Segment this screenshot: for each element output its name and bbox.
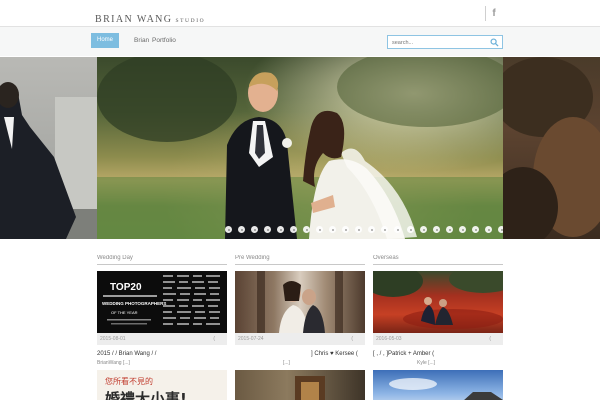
- slider-dot[interactable]: [368, 226, 375, 233]
- thumb-top20-text: TOP20: [110, 282, 142, 293]
- category-pre-wedding: Pre Wedding 2015-07-24 ( ] Chris ♥ Kerse…: [235, 255, 365, 400]
- slider-dot[interactable]: [394, 226, 401, 233]
- slider-dot[interactable]: [420, 226, 427, 233]
- slider-dot[interactable]: [446, 226, 453, 233]
- slider-dot[interactable]: [459, 226, 466, 233]
- slider-dot[interactable]: [433, 226, 440, 233]
- post-thumbnail[interactable]: [235, 271, 365, 333]
- top-header: BRIAN WANG STUDIO f: [0, 0, 600, 27]
- slider-dot[interactable]: [225, 226, 232, 233]
- post-date: 2015-08-01: [100, 336, 126, 342]
- thumb-wedding-text: WEDDING PHOTOGRAPHERS: [102, 301, 166, 306]
- slider-dot[interactable]: [342, 226, 349, 233]
- logo-main-text: BRIAN WANG: [95, 14, 173, 25]
- post-thumbnail-next[interactable]: [235, 370, 365, 400]
- column-title-overseas[interactable]: Overseas: [373, 255, 503, 265]
- thumb-next-text-1: 您所看不見的: [105, 376, 153, 386]
- thumb-next-text-2: 婚禮大小事!: [105, 390, 187, 400]
- search-box: [387, 35, 503, 49]
- logo-sub-text: STUDIO: [175, 18, 206, 24]
- slider-dot[interactable]: [303, 226, 310, 233]
- post-date-bar: 2016-05-03 (: [373, 333, 503, 345]
- category-wedding-day: Wedding Day TOP20 WEDDING PHOTOGRAPHERS …: [97, 255, 227, 400]
- slider-dot[interactable]: [472, 226, 479, 233]
- column-title-pre-wedding[interactable]: Pre Wedding: [235, 255, 365, 265]
- slider-dot[interactable]: [277, 226, 284, 233]
- post-thumbnail[interactable]: [373, 271, 503, 333]
- thumb-year-text: OF THE YEAR: [111, 310, 138, 315]
- facebook-icon[interactable]: f: [485, 6, 502, 21]
- slider-dot[interactable]: [485, 226, 492, 233]
- post-excerpt: Kyle [...]: [417, 360, 436, 366]
- post-date-extra: (: [489, 336, 491, 342]
- search-icon[interactable]: [490, 38, 499, 47]
- post-thumbnail[interactable]: TOP20 WEDDING PHOTOGRAPHERS OF THE YEAR: [97, 271, 227, 333]
- slider-dot[interactable]: [290, 226, 297, 233]
- column-title-wedding-day[interactable]: Wedding Day: [97, 255, 227, 265]
- post-date-extra: (: [351, 336, 353, 342]
- slider-dot[interactable]: [407, 226, 414, 233]
- slider-dot[interactable]: [381, 226, 388, 233]
- slide-next-image[interactable]: [503, 57, 600, 239]
- post-thumbnail-next[interactable]: 您所看不見的 婚禮大小事!: [97, 370, 227, 400]
- category-overseas: Overseas 2016-05-03 ( [ , / , ]Patrick +…: [373, 255, 503, 400]
- nav-home-button[interactable]: Home: [91, 33, 119, 48]
- slider-dot[interactable]: [355, 226, 362, 233]
- post-thumbnail-next[interactable]: [373, 370, 503, 400]
- post-title-link[interactable]: 2015 / / Brian Wang / /: [97, 350, 227, 358]
- slider-dot[interactable]: [251, 226, 258, 233]
- slide-prev-image[interactable]: [0, 57, 97, 239]
- post-date-bar: 2015-07-24 (: [235, 333, 365, 345]
- slider-dot[interactable]: [329, 226, 336, 233]
- post-excerpt: BrianWang [...]: [97, 360, 130, 366]
- post-date-extra: (: [213, 336, 215, 342]
- post-title-link[interactable]: [ , / , ]Patrick + Amber (: [373, 350, 503, 358]
- post-date: 2016-05-03: [376, 336, 402, 342]
- site-logo[interactable]: BRIAN WANG STUDIO: [95, 9, 205, 27]
- hero-slider[interactable]: [0, 57, 600, 239]
- nav-item-portfolio[interactable]: Portfolio: [152, 33, 176, 48]
- slide-main-image[interactable]: [97, 57, 557, 239]
- post-excerpt: [...]: [283, 360, 290, 366]
- main-navigation: Home Brian Portfolio: [0, 27, 600, 56]
- nav-item-brian[interactable]: Brian: [134, 33, 149, 48]
- post-date-bar: 2015-08-01 (: [97, 333, 227, 345]
- search-input[interactable]: [392, 37, 488, 48]
- slider-dot[interactable]: [264, 226, 271, 233]
- post-date: 2015-07-24: [238, 336, 264, 342]
- post-title-link[interactable]: ] Chris ♥ Kersee (: [235, 350, 365, 358]
- slider-dot[interactable]: [238, 226, 245, 233]
- slider-dot[interactable]: [316, 226, 323, 233]
